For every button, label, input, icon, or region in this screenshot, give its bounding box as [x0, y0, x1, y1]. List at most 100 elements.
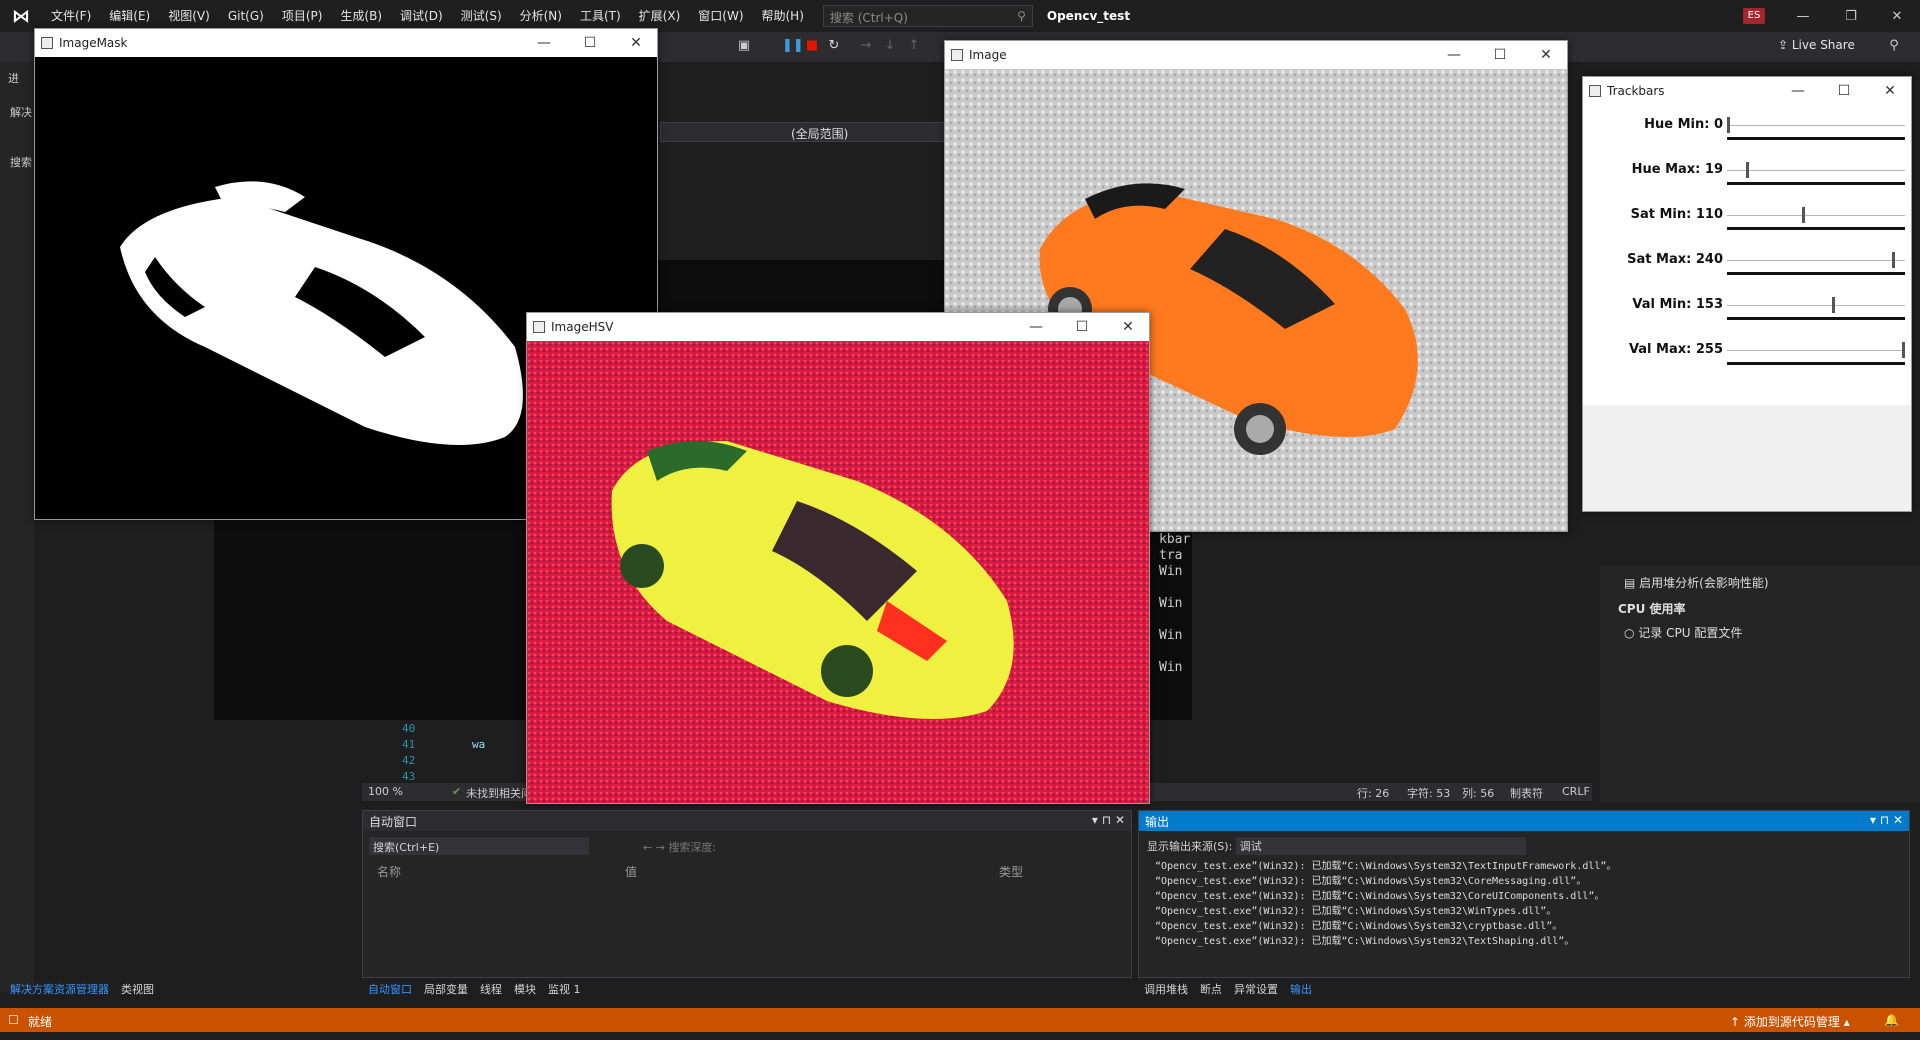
trackbar-thumb[interactable] — [1902, 342, 1905, 358]
console-line: Win — [1159, 596, 1183, 611]
source-control-button[interactable]: ↑ 添加到源代码管理 ▴ — [1730, 1013, 1850, 1030]
image-window-titlebar[interactable]: Image — ☐ ✕ — [945, 41, 1567, 69]
trackbar-track[interactable] — [1727, 125, 1905, 126]
step-into-icon[interactable]: ↓ — [882, 38, 898, 54]
maximize-icon[interactable]: ☐ — [1477, 41, 1523, 69]
hsv-window-titlebar[interactable]: ImageHSV — ☐ ✕ — [527, 313, 1149, 341]
heap-icon: ▤ — [1624, 576, 1640, 590]
image-hsv-window[interactable]: ImageHSV — ☐ ✕ — [526, 312, 1150, 804]
menu-item[interactable]: 帮助(H) — [753, 0, 813, 32]
minimize-icon[interactable]: — — [1431, 41, 1477, 69]
trackbar-base — [1727, 227, 1905, 230]
trackbar-base — [1727, 362, 1905, 365]
output-line: “Opencv_test.exe”(Win32): 已加载“C:\Windows… — [1155, 921, 1563, 932]
trackbar-thumb[interactable] — [1832, 297, 1835, 313]
maximize-icon[interactable]: ☐ — [567, 29, 613, 57]
bottom-tab[interactable]: 断点 — [1200, 981, 1222, 997]
bottom-tab[interactable]: 模块 — [514, 981, 536, 997]
mask-window-title: ImageMask — [59, 36, 128, 50]
trackbar[interactable]: Val Min: 153 — [1583, 297, 1913, 337]
heap-profiling-option[interactable]: ▤ 启用堆分析(会影响性能) — [1624, 574, 1769, 591]
mask-window-titlebar[interactable]: ImageMask — ☐ ✕ — [35, 29, 657, 57]
close-icon[interactable]: ▾ ⊓ ✕ — [1092, 813, 1125, 829]
maximize-icon[interactable]: ☐ — [1821, 77, 1867, 105]
code-editor[interactable]: 40 41 42 43 wa — [362, 720, 527, 783]
scope-dropdown[interactable]: (全局范围) — [660, 122, 980, 142]
account-badge[interactable]: ES — [1743, 8, 1765, 24]
minimize-icon[interactable]: — — [1780, 0, 1826, 32]
step-out-icon[interactable]: ↑ — [906, 38, 922, 54]
bottom-tab[interactable]: 监视 1 — [548, 981, 581, 997]
bottom-tab[interactable]: 类视图 — [121, 981, 154, 997]
trackbar-label: Val Min: 153 — [1632, 297, 1723, 312]
heap-label: 启用堆分析(会影响性能) — [1639, 576, 1769, 590]
trackbars-window[interactable]: Trackbars — ☐ ✕ Hue Min: 0 Hue Max: 19 Sat M… — [1582, 76, 1912, 512]
trackbar-label: Sat Min: 110 — [1630, 207, 1723, 222]
close-icon[interactable]: ✕ — [1105, 313, 1151, 341]
autos-search-input[interactable]: 搜索(Ctrl+E) — [369, 837, 589, 855]
menu-item[interactable]: 窗口(W) — [689, 0, 752, 32]
trackbar[interactable]: Val Max: 255 — [1583, 342, 1913, 382]
bottom-tab[interactable]: 线程 — [480, 981, 502, 997]
trackbar-thumb[interactable] — [1891, 252, 1895, 268]
col-type-header[interactable]: 类型 — [999, 863, 1023, 880]
pause-icon[interactable]: ❚❚ — [782, 38, 804, 54]
trackbar[interactable]: Sat Max: 240 — [1583, 252, 1913, 292]
trackbar[interactable]: Sat Min: 110 — [1583, 207, 1913, 247]
trackbar-label: Sat Max: 240 — [1627, 252, 1723, 267]
close-icon[interactable]: ✕ — [1523, 41, 1569, 69]
live-share-button[interactable]: ⇪ Live Share — [1778, 38, 1855, 52]
maximize-icon[interactable]: ☐ — [1059, 313, 1105, 341]
solution-search-label[interactable]: 搜索 — [10, 154, 32, 170]
minimize-icon[interactable]: — — [1013, 313, 1059, 341]
close-icon[interactable]: ▾ ⊓ ✕ — [1870, 813, 1903, 829]
minimize-icon[interactable]: — — [521, 29, 567, 57]
trackbar-thumb[interactable] — [1802, 207, 1806, 223]
bottom-tab[interactable]: 局部变量 — [424, 981, 468, 997]
bottom-tab[interactable]: 异常设置 — [1234, 981, 1278, 997]
console-right-lines: kbar tra Win Win Win Win — [1159, 532, 1190, 692]
close-icon[interactable]: ✕ — [613, 29, 659, 57]
console-line: kbar — [1159, 532, 1191, 547]
diagnostics-panel: ▤ 启用堆分析(会影响性能) CPU 使用率 ○ 记录 CPU 配置文件 — [1600, 566, 1920, 802]
trackbar-base — [1727, 272, 1905, 275]
trackbar-thumb[interactable] — [1727, 117, 1730, 133]
bottom-tab[interactable]: 解决方案资源管理器 — [10, 981, 109, 997]
trackbar[interactable]: Hue Min: 0 — [1583, 117, 1913, 157]
trackbar-track[interactable] — [1727, 260, 1905, 261]
restart-icon[interactable]: ↻ — [826, 38, 842, 54]
bell-icon[interactable]: 🔔 — [1884, 1013, 1899, 1027]
pin-icon[interactable]: ⚲ — [1886, 38, 1902, 54]
window-icon — [1589, 85, 1601, 97]
step-over-icon[interactable]: → — [858, 38, 874, 54]
trackbar-track[interactable] — [1727, 215, 1905, 216]
trackbar-thumb[interactable] — [1745, 162, 1749, 178]
minimize-icon[interactable]: — — [1775, 77, 1821, 105]
code-text: wa — [472, 738, 486, 751]
bottom-tab[interactable]: 调用堆栈 — [1144, 981, 1188, 997]
col-value-header[interactable]: 值 — [625, 863, 637, 880]
output-source-label: 显示输出来源(S): — [1147, 840, 1233, 853]
stop-icon[interactable]: ■ — [804, 38, 820, 54]
output-line: “Opencv_test.exe”(Win32): 已加载“C:\Windows… — [1155, 906, 1557, 917]
screenshot-icon[interactable]: ▣ — [736, 38, 752, 54]
zoom-level[interactable]: 100 % — [368, 785, 403, 798]
line-number: 41 — [402, 738, 416, 751]
trackbar-track[interactable] — [1727, 350, 1905, 351]
tab-indicator[interactable]: 制表符 — [1510, 785, 1543, 801]
search-input[interactable]: 搜索 (Ctrl+Q) ⚲ — [822, 5, 1033, 27]
restore-icon[interactable]: ❐ — [1828, 0, 1874, 32]
trackbar[interactable]: Hue Max: 19 — [1583, 162, 1913, 202]
trackbar-track[interactable] — [1727, 305, 1905, 306]
bottom-tab[interactable]: 自动窗口 — [368, 981, 412, 997]
eol-indicator[interactable]: CRLF — [1562, 785, 1590, 798]
trackbars-window-titlebar[interactable]: Trackbars — ☐ ✕ — [1583, 77, 1911, 105]
bottom-tab[interactable]: 输出 — [1290, 981, 1312, 997]
col-name-header[interactable]: 名称 — [377, 863, 401, 880]
cpu-record-option[interactable]: ○ 记录 CPU 配置文件 — [1624, 624, 1742, 641]
close-icon[interactable]: ✕ — [1874, 0, 1920, 32]
source-control-label: 添加到源代码管理 — [1743, 1015, 1840, 1029]
output-source-select[interactable]: 调试 — [1235, 837, 1526, 855]
close-icon[interactable]: ✕ — [1867, 77, 1913, 105]
trackbar-track[interactable] — [1727, 170, 1905, 171]
